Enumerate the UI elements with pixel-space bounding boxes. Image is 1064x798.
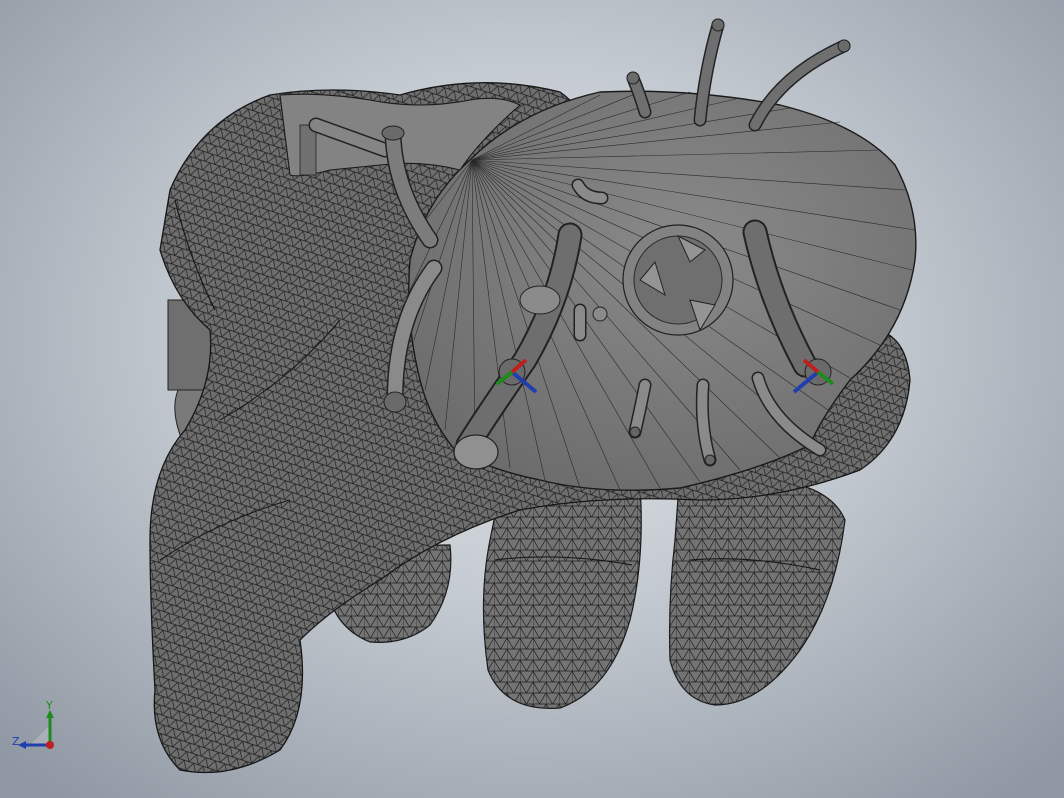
- cad-viewport[interactable]: Y Z: [0, 0, 1064, 798]
- triad-z-label: Z: [12, 735, 20, 748]
- finger-middle: [482, 482, 642, 709]
- view-triad[interactable]: [18, 710, 54, 749]
- finger-index: [668, 469, 846, 706]
- hand-mesh-model[interactable]: [0, 0, 1064, 798]
- center-knob: [622, 224, 734, 336]
- triad-y-label: Y: [46, 699, 53, 712]
